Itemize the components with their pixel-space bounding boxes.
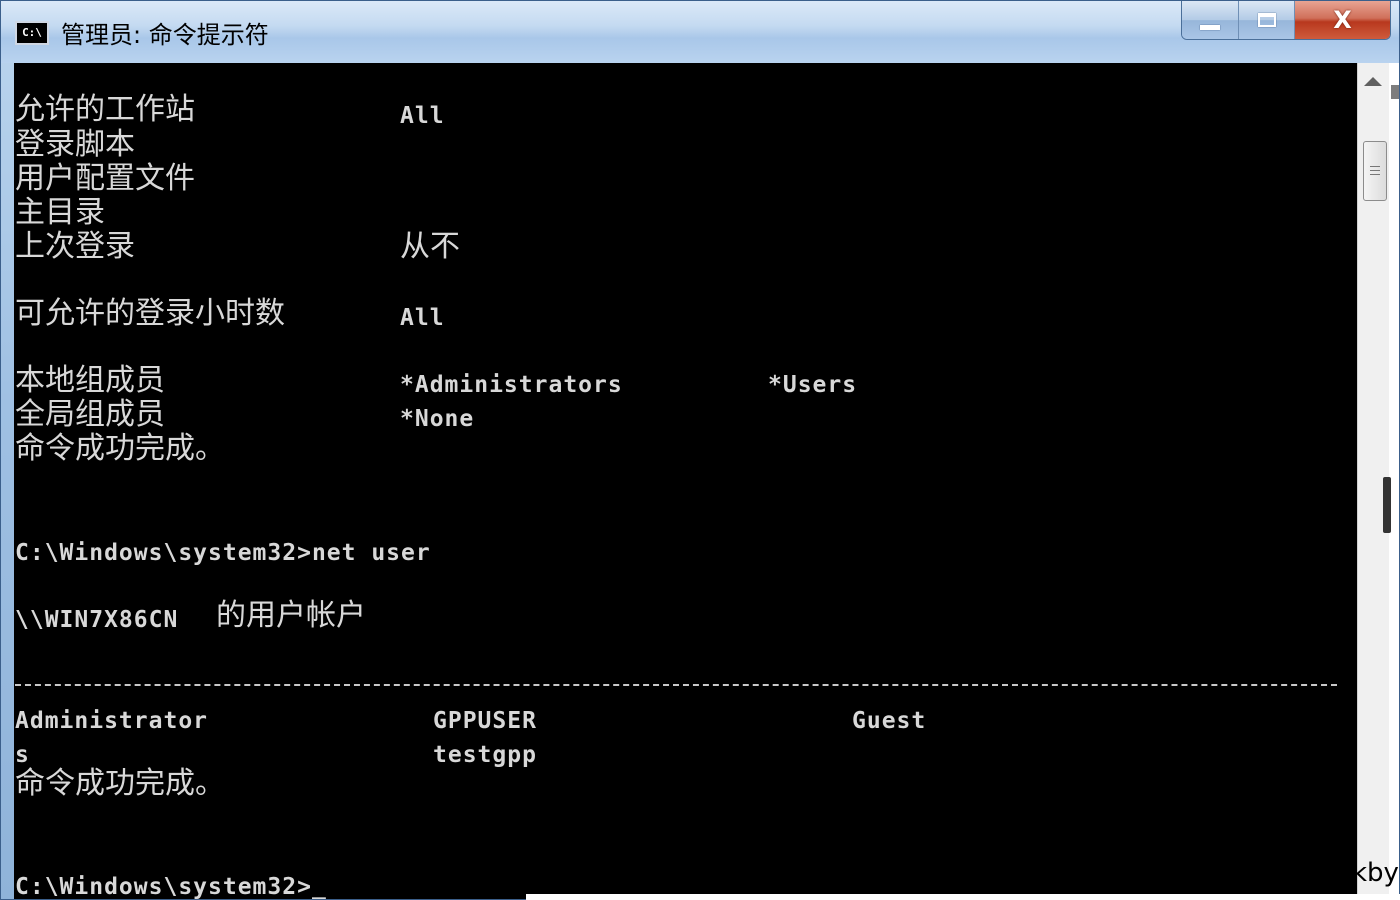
window-title: 管理员: 命令提示符	[61, 21, 269, 49]
prompt-line-2[interactable]: C:\Windows\system32>_	[15, 870, 327, 899]
maximize-icon	[1257, 13, 1276, 27]
close-button[interactable]: X	[1294, 1, 1390, 39]
window-controls: X	[1181, 1, 1391, 40]
edge-scroll-thumb	[1383, 477, 1391, 533]
success-message-2: 命令成功完成。	[15, 766, 225, 801]
grip-line	[1370, 174, 1380, 175]
cmd-app-icon[interactable]: C:\	[15, 21, 49, 45]
field-value-local-group-1: *Administrators	[400, 372, 623, 398]
bottom-white-strip	[526, 894, 1400, 900]
grip-line	[1370, 166, 1380, 167]
account-guest: Guest	[852, 708, 927, 734]
field-value-last-logon: 从不	[400, 229, 460, 264]
console-output[interactable]: 允许的工作站 All 登录脚本 用户配置文件 主目录 上次登录 从不 可允许的登…	[14, 63, 1357, 899]
field-label-local-groups: 本地组成员	[15, 363, 165, 398]
maximize-button[interactable]	[1238, 1, 1294, 39]
field-label-user-profile: 用户配置文件	[15, 161, 195, 196]
minimize-button[interactable]	[1182, 1, 1238, 39]
account-testgpp: testgpp	[433, 742, 537, 768]
success-message-1: 命令成功完成。	[15, 431, 225, 466]
cmd-window: C:\ 管理员: 命令提示符 X 允许的工作站 All 登录脚本 用户配置文件 …	[0, 0, 1400, 900]
scroll-thumb[interactable]	[1363, 141, 1387, 201]
grip-line	[1370, 170, 1380, 171]
account-administrator: Administrator	[15, 708, 209, 734]
separator-line	[15, 684, 1337, 686]
minimize-icon	[1200, 24, 1220, 30]
accounts-host: \\WIN7X86CN	[15, 607, 179, 633]
watermark-text: kby	[1352, 858, 1399, 888]
field-label-logon-hours: 可允许的登录小时数	[15, 296, 285, 331]
field-label-workstations: 允许的工作站	[15, 92, 195, 127]
field-label-global-groups: 全局组成员	[15, 397, 165, 432]
field-value-global-groups: *None	[400, 406, 475, 432]
field-label-last-logon: 上次登录	[15, 229, 135, 264]
accounts-title: 的用户帐户	[216, 598, 366, 633]
account-gppuser: GPPUSER	[433, 708, 537, 734]
field-value-workstations: All	[400, 103, 445, 129]
field-value-local-group-2: *Users	[768, 372, 858, 398]
close-icon: X	[1333, 6, 1352, 34]
prompt-line-1: C:\Windows\system32>net user	[15, 540, 431, 566]
field-label-logon-script: 登录脚本	[15, 127, 135, 162]
edge-scroll-mark	[1391, 85, 1399, 99]
field-value-logon-hours: All	[400, 305, 445, 331]
scroll-up-arrow-icon[interactable]	[1364, 77, 1382, 86]
title-bar[interactable]: C:\ 管理员: 命令提示符 X	[1, 1, 1399, 63]
field-label-home-dir: 主目录	[15, 195, 105, 230]
